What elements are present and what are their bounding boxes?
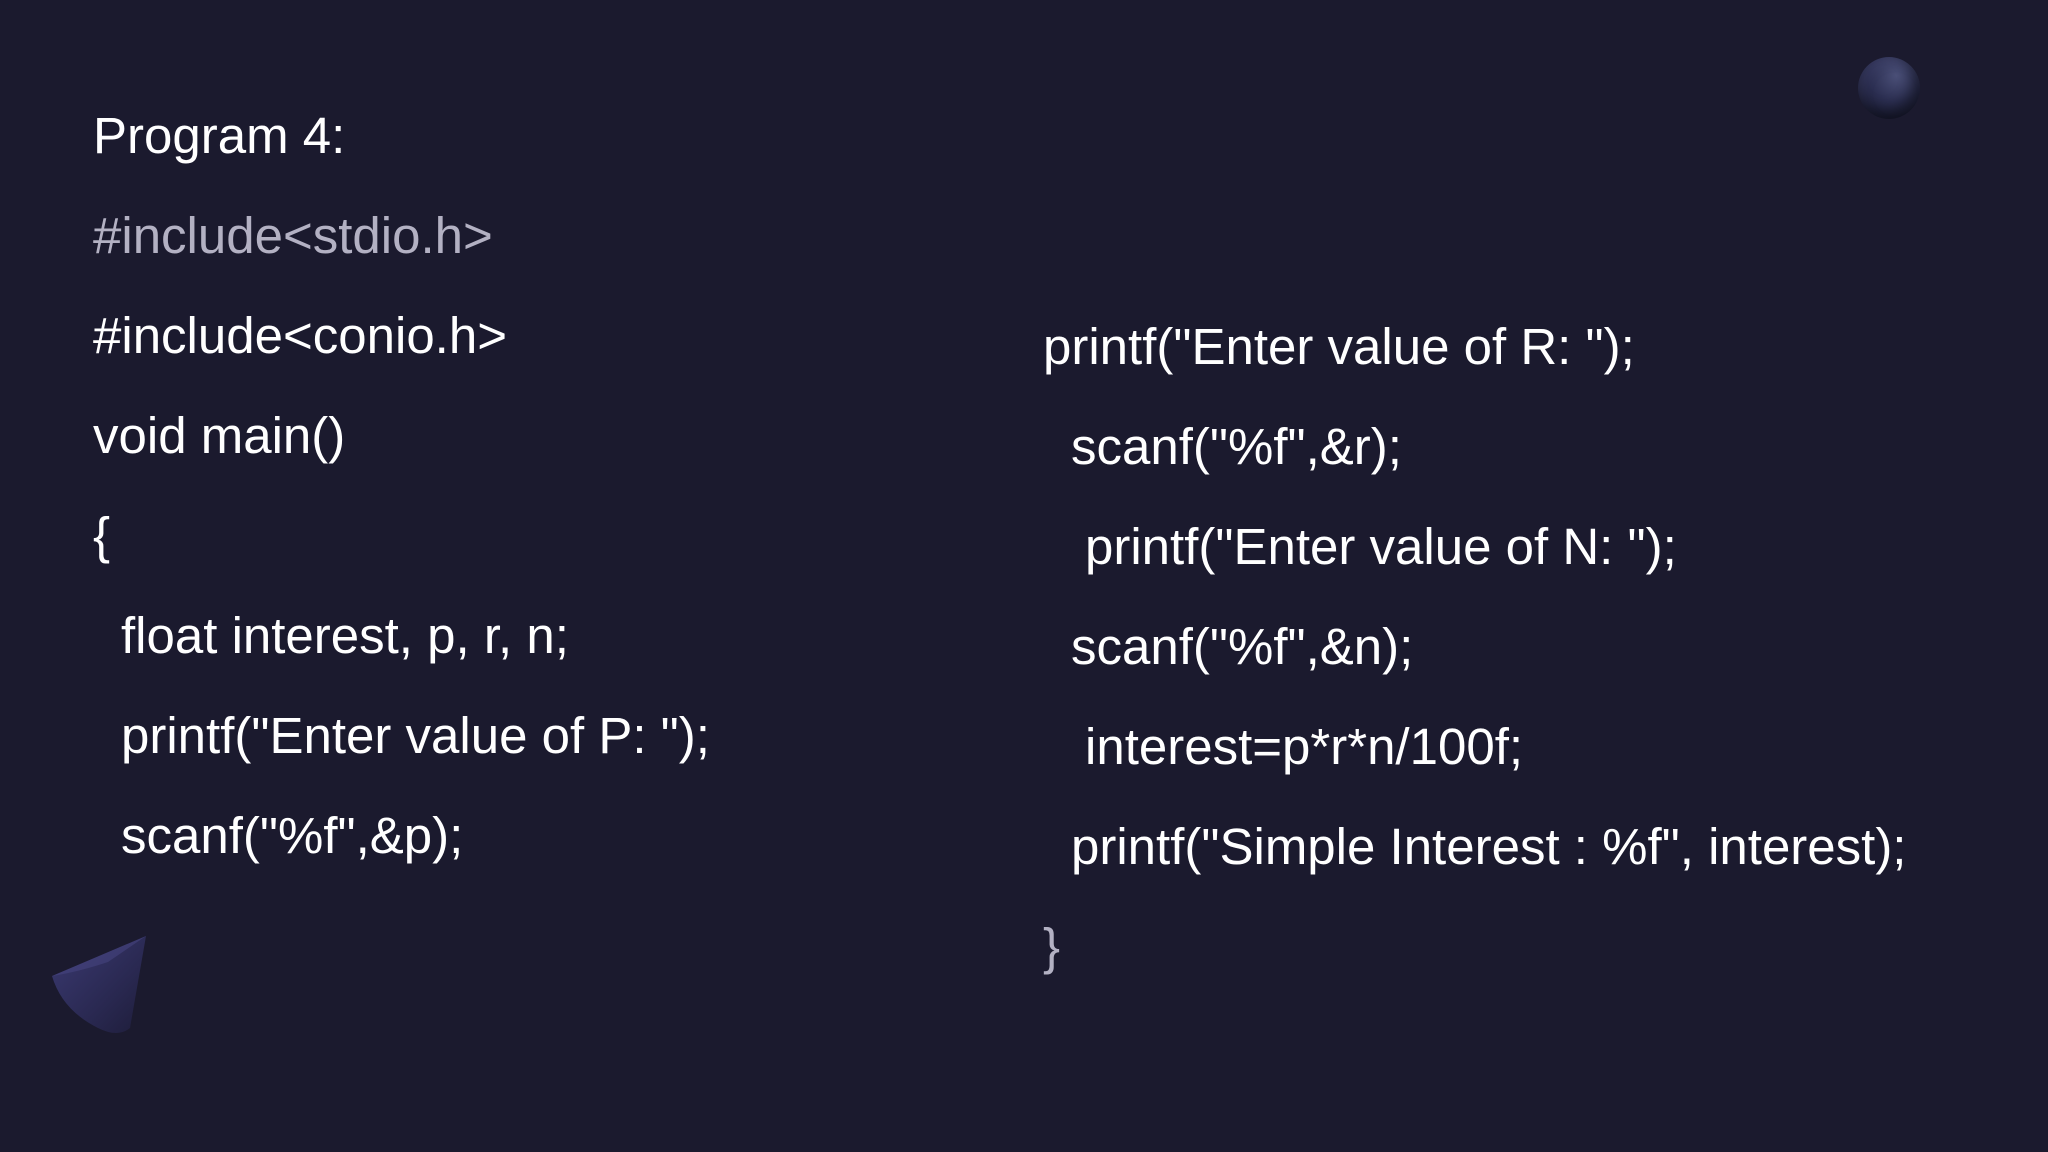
cone-decoration-icon — [52, 936, 146, 1033]
code-line-left-7: scanf("%f",&p); — [121, 807, 464, 864]
program-title: Program 4: — [93, 107, 346, 164]
code-line-right-3: printf("Enter value of N: "); — [1085, 518, 1677, 575]
code-line-left-6: printf("Enter value of P: "); — [121, 707, 710, 764]
code-line-left-2: #include<conio.h> — [93, 307, 508, 364]
code-line-right-2: scanf("%f",&r); — [1071, 418, 1402, 475]
sphere-decoration-icon — [1858, 57, 1920, 119]
code-line-left-3: void main() — [93, 407, 346, 464]
code-line-right-4: scanf("%f",&n); — [1071, 618, 1414, 675]
code-line-right-1: printf("Enter value of R: "); — [1043, 318, 1635, 375]
code-line-right-6: printf("Simple Interest : %f", interest)… — [1071, 818, 1907, 875]
code-line-left-1: #include<stdio.h> — [93, 207, 493, 264]
code-line-right-7: } — [1043, 918, 1061, 975]
code-line-right-5: interest=p*r*n/100f; — [1085, 718, 1524, 775]
slide: Program 4: #include<stdio.h> #include<co… — [0, 0, 2048, 1152]
code-line-left-4: { — [93, 507, 111, 564]
code-line-left-5: float interest, p, r, n; — [121, 607, 569, 664]
